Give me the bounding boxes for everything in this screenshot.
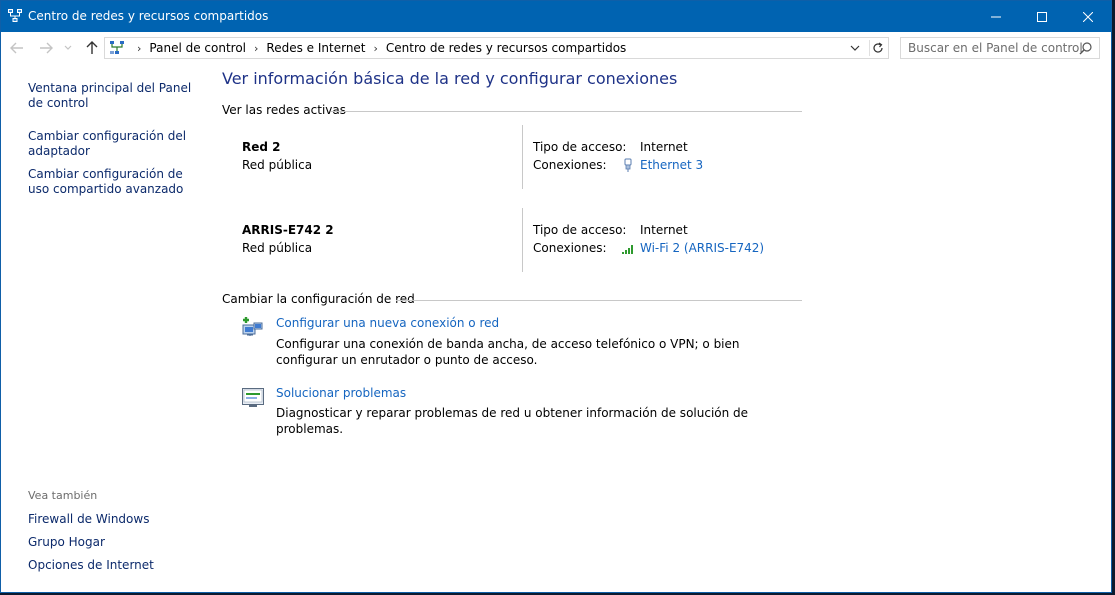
breadcrumb: › Panel de control › Redes e Internet › … xyxy=(129,41,626,55)
search-box[interactable]: Buscar en el Panel de control xyxy=(900,37,1100,59)
network-name: ARRIS-E742 2 xyxy=(242,223,334,237)
setup-new-connection-link[interactable]: Configurar una nueva conexión o red xyxy=(276,316,499,330)
network-category-link[interactable]: Red pública xyxy=(242,158,312,172)
forward-button[interactable] xyxy=(38,40,54,56)
close-button[interactable] xyxy=(1065,1,1111,32)
sidebar-link-firewall[interactable]: Firewall de Windows xyxy=(28,512,203,527)
section-divider xyxy=(396,300,802,301)
access-type-value: Internet xyxy=(640,140,688,154)
sidebar-link-advanced-sharing[interactable]: Cambiar configuración de uso compartido … xyxy=(28,167,203,197)
access-type-label: Tipo de acceso: xyxy=(533,223,627,237)
network-center-icon xyxy=(8,9,22,22)
breadcrumb-item-network-center[interactable]: Centro de redes y recursos compartidos xyxy=(386,41,626,55)
breadcrumb-separator-icon[interactable]: › xyxy=(254,42,258,55)
arrow-left-icon xyxy=(10,42,23,54)
breadcrumb-separator-icon[interactable]: › xyxy=(137,42,141,55)
change-settings-header: Cambiar la configuración de red xyxy=(222,292,415,306)
see-also-label: Vea también xyxy=(28,489,98,502)
back-button[interactable] xyxy=(9,40,25,56)
navigation-bar: › Panel de control › Redes e Internet › … xyxy=(1,32,1111,65)
network-divider xyxy=(522,208,523,272)
breadcrumb-separator-icon[interactable]: › xyxy=(374,42,378,55)
control-panel-icon xyxy=(110,41,124,54)
sidebar-link-homegroup[interactable]: Grupo Hogar xyxy=(28,535,203,550)
breadcrumb-item-control-panel[interactable]: Panel de control xyxy=(149,41,246,55)
refresh-button[interactable] xyxy=(869,40,885,56)
access-type-label: Tipo de acceso: xyxy=(533,140,627,154)
address-history-button[interactable] xyxy=(848,40,862,56)
sidebar: Ventana principal del Panel de control C… xyxy=(1,65,206,592)
chevron-down-icon xyxy=(64,45,72,50)
title-bar[interactable]: Centro de redes y recursos compartidos xyxy=(1,1,1111,32)
connection-link-ethernet[interactable]: Ethernet 3 xyxy=(640,158,703,172)
close-icon xyxy=(1083,11,1093,22)
sidebar-link-change-adapter[interactable]: Cambiar configuración del adaptador xyxy=(28,129,203,159)
arrow-up-icon xyxy=(86,41,98,54)
troubleshoot-description: Diagnosticar y reparar problemas de red … xyxy=(276,406,749,436)
page-title: Ver información básica de la red y confi… xyxy=(222,69,678,88)
connection-link-wifi[interactable]: Wi-Fi 2 (ARRIS-E742) xyxy=(640,241,764,255)
active-networks-header: Ver las redes activas xyxy=(222,103,346,117)
window-title: Centro de redes y recursos compartidos xyxy=(28,9,269,23)
address-bar[interactable]: › Panel de control › Redes e Internet › … xyxy=(104,37,889,59)
wifi-signal-icon xyxy=(622,245,633,254)
arrow-right-icon xyxy=(40,42,53,54)
connections-label: Conexiones: xyxy=(533,241,607,255)
maximize-icon xyxy=(1037,11,1047,22)
search-placeholder[interactable]: Buscar en el Panel de control xyxy=(908,41,1083,55)
minimize-icon xyxy=(991,16,1001,17)
setup-new-connection-description: Configurar una conexión de banda ancha, … xyxy=(276,337,740,367)
sidebar-link-internet-options[interactable]: Opciones de Internet xyxy=(28,558,203,573)
connections-label: Conexiones: xyxy=(533,158,607,172)
troubleshoot-link[interactable]: Solucionar problemas xyxy=(276,386,406,400)
maximize-button[interactable] xyxy=(1019,1,1065,32)
up-button[interactable] xyxy=(84,40,100,56)
refresh-icon xyxy=(872,42,883,53)
access-type-value: Internet xyxy=(640,223,688,237)
network-category-link[interactable]: Red pública xyxy=(242,241,312,255)
new-connection-icon xyxy=(242,317,263,336)
section-divider xyxy=(331,111,802,112)
search-icon[interactable] xyxy=(1079,41,1093,55)
troubleshoot-icon xyxy=(242,388,264,407)
ethernet-icon xyxy=(624,158,632,172)
recent-locations-button[interactable] xyxy=(63,40,73,56)
chevron-down-icon xyxy=(850,45,860,51)
breadcrumb-item-network-internet[interactable]: Redes e Internet xyxy=(266,41,365,55)
network-name: Red 2 xyxy=(242,140,281,154)
minimize-button[interactable] xyxy=(973,1,1019,32)
network-divider xyxy=(522,125,523,189)
sidebar-link-control-panel-home[interactable]: Ventana principal del Panel de control xyxy=(28,81,203,111)
control-panel-window: Centro de redes y recursos compartidos ›… xyxy=(0,0,1112,593)
